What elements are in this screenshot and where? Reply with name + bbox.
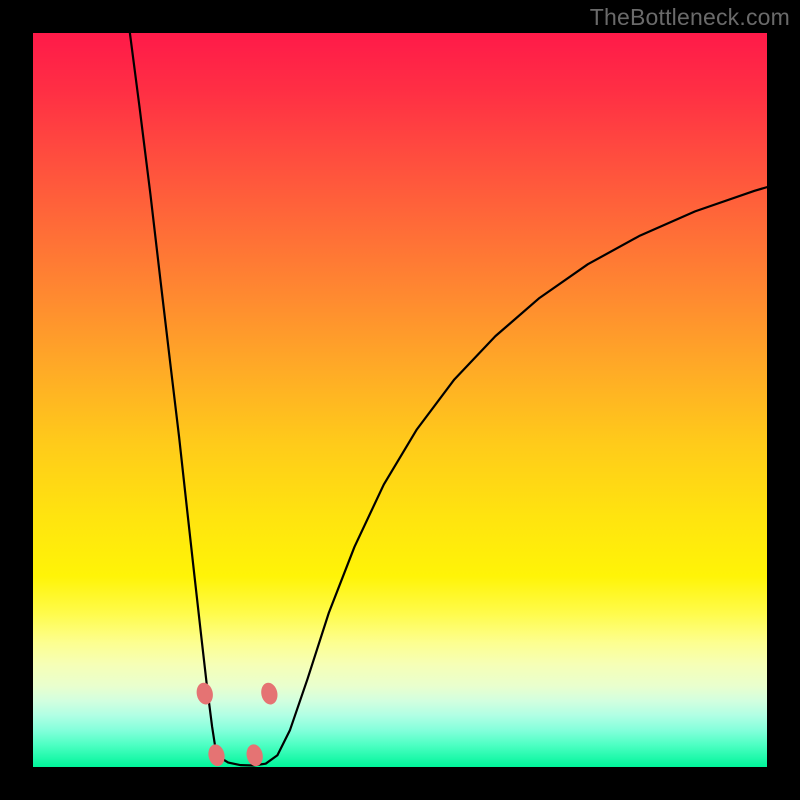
curve-marker bbox=[206, 743, 226, 767]
watermark-text: TheBottleneck.com bbox=[590, 4, 790, 31]
curve-marker bbox=[195, 681, 215, 706]
markers-layer bbox=[33, 33, 767, 767]
curve-marker bbox=[245, 743, 265, 767]
outer-frame: TheBottleneck.com bbox=[0, 0, 800, 800]
plot-area bbox=[33, 33, 767, 767]
curve-marker bbox=[259, 681, 279, 706]
